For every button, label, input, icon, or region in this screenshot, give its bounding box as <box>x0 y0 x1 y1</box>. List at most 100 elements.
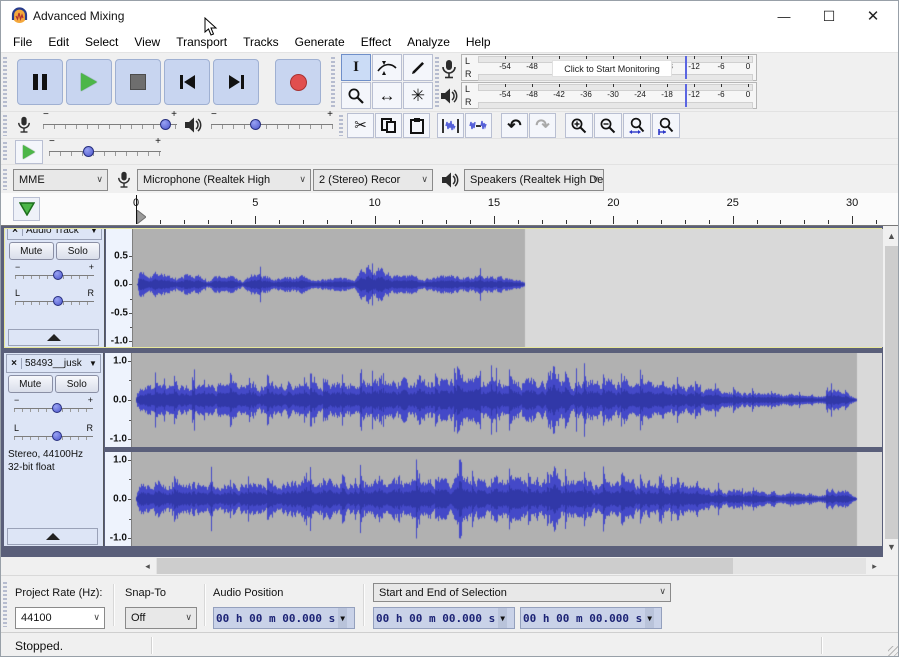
track-1-collapse-button[interactable] <box>8 329 99 346</box>
selection-end-field[interactable]: 00 h 00 m 00.000 s ▼ <box>520 607 662 629</box>
device-toolbar-grip[interactable] <box>3 169 7 190</box>
transcription-toolbar-grip[interactable] <box>3 142 7 162</box>
track-1-vertical-ruler[interactable]: 0.50.0-0.5-1.0 <box>106 229 133 347</box>
redo-button[interactable]: ↷ <box>529 113 556 138</box>
skip-to-end-button[interactable] <box>213 59 259 105</box>
track-1-pan-slider[interactable]: L R <box>9 288 100 310</box>
menu-file[interactable]: File <box>5 33 40 51</box>
audio-host-select[interactable]: MME∨ <box>13 169 108 191</box>
selection-toolbar-grip[interactable] <box>3 582 7 627</box>
resize-grip[interactable] <box>888 646 898 656</box>
menu-effect[interactable]: Effect <box>353 33 399 51</box>
vertical-scroll-thumb[interactable] <box>885 246 898 541</box>
meter-monitoring-overlay[interactable]: Click to Start Monitoring <box>552 60 672 77</box>
time-format-dropdown[interactable]: ▼ <box>498 608 507 628</box>
paste-button[interactable] <box>403 113 430 138</box>
track-1-pan-thumb[interactable] <box>53 296 63 306</box>
record-button[interactable] <box>275 59 321 105</box>
playback-device-select[interactable]: Speakers (Realtek High Def∨ <box>464 169 604 191</box>
menu-transport[interactable]: Transport <box>168 33 235 51</box>
track-2-collapse-button[interactable] <box>7 528 98 545</box>
pin-playhead-button[interactable] <box>13 197 40 221</box>
menu-view[interactable]: View <box>126 33 168 51</box>
track-2-control-panel[interactable]: × 58493__jusk ▼ Mute Solo − + L R <box>4 353 104 546</box>
play-speed-thumb[interactable] <box>83 146 94 157</box>
track-2-gain-slider[interactable]: − + <box>8 395 99 417</box>
track-1-title[interactable]: Audio Track <box>23 229 90 236</box>
time-shift-tool-button[interactable]: ↔ <box>372 82 402 109</box>
track-2-title[interactable]: 58493__jusk <box>22 358 89 369</box>
track-1-close-button[interactable]: × <box>8 229 23 236</box>
audio-position-field[interactable]: 00 h 00 m 00.000 s ▼ <box>213 607 355 629</box>
recording-device-select[interactable]: Microphone (Realtek High∨ <box>137 169 311 191</box>
scroll-down-arrow[interactable]: ▼ <box>883 539 899 555</box>
horizontal-scrollbar[interactable]: ◂ ▸ <box>1 557 899 575</box>
track-2-close-button[interactable]: × <box>7 358 22 369</box>
track-2-left-ruler[interactable]: 1.00.0-1.0 <box>105 353 132 447</box>
menu-analyze[interactable]: Analyze <box>399 33 458 51</box>
track-2[interactable]: × 58493__jusk ▼ Mute Solo − + L R <box>4 353 882 546</box>
transport-toolbar-grip[interactable] <box>3 57 7 107</box>
track-1-control-panel[interactable]: × Audio Track ▼ Mute Solo − + <box>5 229 105 347</box>
multi-tool-button[interactable]: ✳ <box>403 82 433 109</box>
zoom-out-button[interactable] <box>594 113 622 138</box>
track-2-right-waveform[interactable] <box>132 452 882 546</box>
play-button[interactable] <box>66 59 112 105</box>
edit-toolbar-grip[interactable] <box>339 115 343 136</box>
horizontal-scroll-thumb[interactable] <box>157 558 733 574</box>
track-1-gain-slider[interactable]: − + <box>9 262 100 284</box>
track-1-waveform[interactable] <box>133 229 883 347</box>
track-2-mute-button[interactable]: Mute <box>8 375 53 393</box>
mixer-toolbar-grip[interactable] <box>3 115 7 136</box>
close-button[interactable]: ✕ <box>851 1 895 31</box>
playback-volume-slider[interactable]: − + <box>211 113 333 137</box>
track-1-mute-button[interactable]: Mute <box>9 242 54 260</box>
selection-mode-select[interactable]: Start and End of Selection∨ <box>373 583 671 602</box>
project-rate-select[interactable]: 44100∨ <box>15 607 105 629</box>
zoom-in-button[interactable] <box>565 113 593 138</box>
selection-tool-button[interactable]: I <box>341 54 371 81</box>
time-format-dropdown[interactable]: ▼ <box>338 608 347 628</box>
track-2-right-ruler[interactable]: 1.00.0-1.0 <box>105 452 132 546</box>
stop-button[interactable] <box>115 59 161 105</box>
envelope-tool-button[interactable] <box>372 54 402 81</box>
draw-tool-button[interactable] <box>403 54 433 81</box>
selection-start-field[interactable]: 00 h 00 m 00.000 s ▼ <box>373 607 515 629</box>
maximize-button[interactable]: ☐ <box>807 1 851 31</box>
cut-button[interactable]: ✂ <box>347 113 374 138</box>
recording-channels-select[interactable]: 2 (Stereo) Recor∨ <box>313 169 433 191</box>
track-1-menu-dropdown[interactable]: ▼ <box>90 229 101 235</box>
recording-meter[interactable]: LR-54-48-42-36-30-24-18-12-60Click to St… <box>461 54 757 81</box>
menu-help[interactable]: Help <box>458 33 499 51</box>
playback-meter[interactable]: LR-54-48-42-36-30-24-18-12-60 <box>461 82 757 109</box>
track-2-left-waveform[interactable] <box>132 353 882 447</box>
menu-tracks[interactable]: Tracks <box>235 33 287 51</box>
vertical-scrollbar[interactable]: ▲ ▼ <box>883 226 899 557</box>
track-2-pan-slider[interactable]: L R <box>8 423 99 445</box>
time-format-dropdown[interactable]: ▼ <box>645 608 654 628</box>
recording-volume-slider[interactable]: − + <box>43 113 177 137</box>
quickplay-marker[interactable] <box>137 210 146 224</box>
playback-volume-thumb[interactable] <box>250 119 261 130</box>
track-1-header[interactable]: × Audio Track ▼ <box>7 229 102 240</box>
copy-button[interactable] <box>375 113 402 138</box>
tools-toolbar-grip[interactable] <box>331 57 335 107</box>
track-1-gain-thumb[interactable] <box>53 270 63 280</box>
skip-to-start-button[interactable] <box>164 59 210 105</box>
scroll-right-arrow[interactable]: ▸ <box>866 558 883 574</box>
menu-select[interactable]: Select <box>77 33 126 51</box>
fit-project-button[interactable] <box>652 113 680 138</box>
track-2-menu-dropdown[interactable]: ▼ <box>89 359 100 368</box>
undo-button[interactable]: ↶ <box>501 113 528 138</box>
track-1[interactable]: × Audio Track ▼ Mute Solo − + <box>4 228 882 348</box>
menu-generate[interactable]: Generate <box>287 33 353 51</box>
snap-to-select[interactable]: Off∨ <box>125 607 197 629</box>
scroll-up-arrow[interactable]: ▲ <box>883 228 899 244</box>
zoom-tool-button[interactable] <box>341 82 371 109</box>
play-at-speed-button[interactable] <box>15 140 43 164</box>
fit-selection-button[interactable] <box>623 113 651 138</box>
meter-toolbar-grip[interactable] <box>435 57 439 107</box>
silence-audio-button[interactable] <box>465 113 492 138</box>
track-2-header[interactable]: × 58493__jusk ▼ <box>6 354 101 373</box>
track-2-solo-button[interactable]: Solo <box>55 375 100 393</box>
